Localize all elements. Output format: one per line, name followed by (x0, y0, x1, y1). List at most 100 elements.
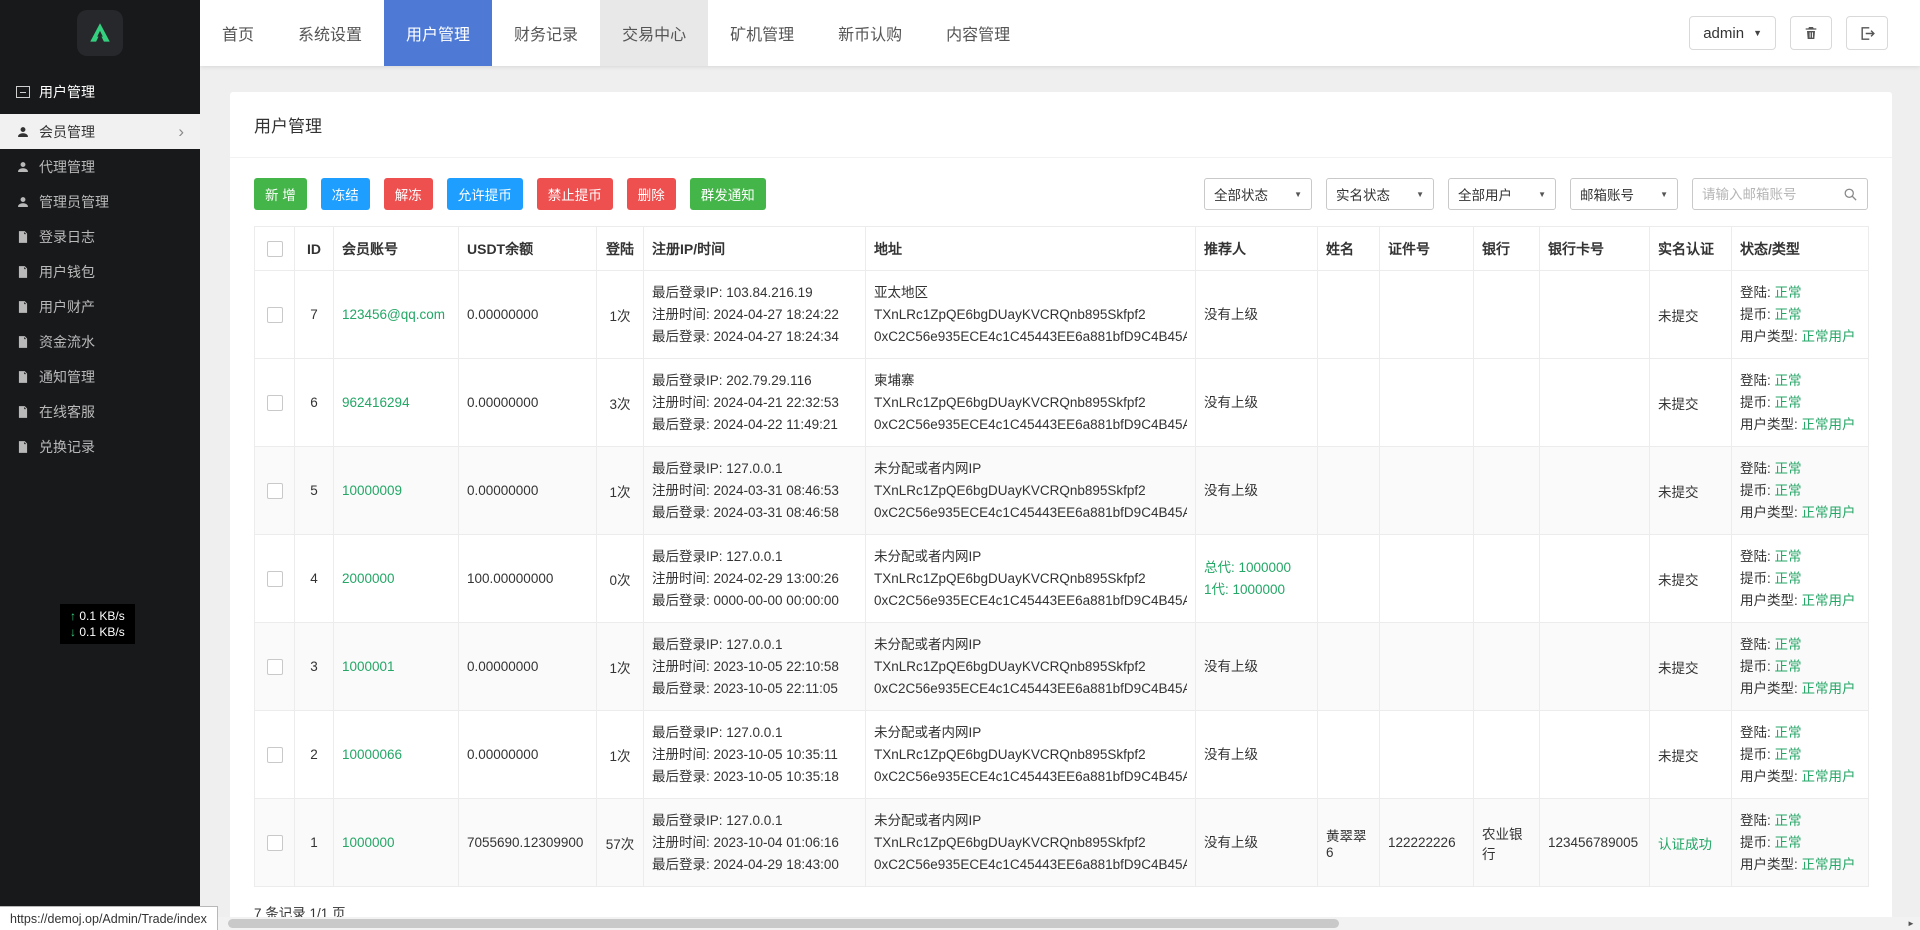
status-login-link[interactable]: 正常 (1775, 285, 1802, 300)
status-login-link[interactable]: 正常 (1775, 725, 1802, 740)
cell-address: 未分配或者内网IPTXnLRc1ZpQE6bgDUayKVCRQnb895Skf… (866, 535, 1196, 623)
account-link[interactable]: 962416294 (342, 395, 410, 410)
topbar-right: admin ▼ (1689, 0, 1920, 66)
sidebar-item[interactable]: 管理员管理 (0, 184, 200, 219)
status-bar-url: https://demoj.op/Admin/Trade/index (0, 906, 218, 930)
collapse-icon[interactable] (16, 86, 30, 98)
select-all-checkbox[interactable] (267, 241, 283, 257)
nav-item-8[interactable]: 内容管理 (924, 0, 1032, 66)
user-type-link[interactable]: 正常用户 (1802, 857, 1856, 872)
row-checkbox[interactable] (267, 659, 283, 675)
doc-icon (16, 405, 30, 419)
column-header: 登陆 (597, 227, 644, 271)
table-row: 110000007055690.1230990057次最后登录IP: 127.0… (255, 799, 1869, 887)
referrer-link[interactable]: 1代: 1000000 (1204, 579, 1309, 601)
sidebar-item[interactable]: 会员管理› (0, 114, 200, 149)
filter-select[interactable]: 邮箱账号▼ (1570, 178, 1678, 210)
sidebar-item-label: 兑换记录 (39, 437, 95, 457)
status-login-link[interactable]: 正常 (1775, 373, 1802, 388)
scrollbar-thumb[interactable] (228, 919, 1339, 928)
sidebar-item-label: 通知管理 (39, 367, 95, 387)
user-type-link[interactable]: 正常用户 (1802, 593, 1856, 608)
admin-dropdown[interactable]: admin ▼ (1689, 16, 1776, 50)
account-link[interactable]: 2000000 (342, 571, 395, 586)
sidebar-item[interactable]: 资金流水 (0, 324, 200, 359)
action-button[interactable]: 新 增 (254, 178, 307, 210)
nav-item-4[interactable]: 财务记录 (492, 0, 600, 66)
filter-select[interactable]: 实名状态▼ (1326, 178, 1434, 210)
status-login-link[interactable]: 正常 (1775, 813, 1802, 828)
logo[interactable] (0, 0, 200, 66)
user-type-link[interactable]: 正常用户 (1802, 329, 1856, 344)
clear-cache-button[interactable] (1790, 16, 1832, 50)
chevron-down-icon: ▼ (1660, 190, 1668, 199)
sidebar-item[interactable]: 登录日志 (0, 219, 200, 254)
status-withdraw-link[interactable]: 正常 (1775, 307, 1802, 322)
user-type-link[interactable]: 正常用户 (1802, 681, 1856, 696)
sidebar-item[interactable]: 在线客服 (0, 394, 200, 429)
user-type-link[interactable]: 正常用户 (1802, 769, 1856, 784)
row-checkbox[interactable] (267, 835, 283, 851)
status-login-link[interactable]: 正常 (1775, 549, 1802, 564)
filters: 全部状态▼ 实名状态▼ 全部用户▼ 邮箱账号▼ (1204, 178, 1868, 210)
cell-status: 登陆: 正常提币: 正常用户类型: 正常用户 (1732, 359, 1869, 447)
nav-item-2[interactable]: 系统设置 (276, 0, 384, 66)
nav-item-6[interactable]: 矿机管理 (708, 0, 816, 66)
filter-select[interactable]: 全部用户▼ (1448, 178, 1556, 210)
action-button[interactable]: 群发通知 (690, 178, 766, 210)
action-button[interactable]: 解冻 (384, 178, 433, 210)
nav-item-1[interactable]: 首页 (200, 0, 276, 66)
action-button[interactable]: 删除 (627, 178, 676, 210)
scrollbar-track[interactable] (218, 917, 1902, 930)
status-withdraw-link[interactable]: 正常 (1775, 483, 1802, 498)
account-link[interactable]: 123456@qq.com (342, 307, 445, 322)
nav-item-5[interactable]: 交易中心 (600, 0, 708, 66)
logout-button[interactable] (1846, 16, 1888, 50)
row-checkbox[interactable] (267, 747, 283, 763)
nav-item-7[interactable]: 新币认购 (816, 0, 924, 66)
referrer-link[interactable]: 总代: 1000000 (1204, 557, 1309, 579)
row-checkbox[interactable] (267, 571, 283, 587)
trash-icon (1803, 25, 1819, 41)
sidebar-item[interactable]: 用户财产 (0, 289, 200, 324)
download-arrow-icon: ↓ (70, 625, 76, 639)
account-link[interactable]: 1000000 (342, 835, 395, 850)
status-withdraw-link[interactable]: 正常 (1775, 571, 1802, 586)
row-checkbox[interactable] (267, 483, 283, 499)
sidebar-item[interactable]: 通知管理 (0, 359, 200, 394)
status-login-link[interactable]: 正常 (1775, 637, 1802, 652)
action-button[interactable]: 禁止提币 (537, 178, 613, 210)
cell-kyc: 认证成功 (1650, 799, 1732, 887)
status-login-link[interactable]: 正常 (1775, 461, 1802, 476)
account-link[interactable]: 1000001 (342, 659, 395, 674)
search-icon[interactable] (1843, 187, 1858, 202)
user-type-link[interactable]: 正常用户 (1802, 417, 1856, 432)
sidebar-item[interactable]: 代理管理 (0, 149, 200, 184)
action-button[interactable]: 冻结 (321, 178, 370, 210)
filter-select[interactable]: 全部状态▼ (1204, 178, 1312, 210)
sidebar-item[interactable]: 兑换记录 (0, 429, 200, 464)
cell-bank-card (1540, 623, 1650, 711)
cell-usdt-balance: 0.00000000 (459, 447, 597, 535)
cell-address: 亚太地区TXnLRc1ZpQE6bgDUayKVCRQnb895Skfpf20x… (866, 271, 1196, 359)
row-checkbox[interactable] (267, 395, 283, 411)
status-withdraw-link[interactable]: 正常 (1775, 395, 1802, 410)
account-link[interactable]: 10000066 (342, 747, 402, 762)
cell-usdt-balance: 7055690.12309900 (459, 799, 597, 887)
row-checkbox[interactable] (267, 307, 283, 323)
status-withdraw-link[interactable]: 正常 (1775, 747, 1802, 762)
account-link[interactable]: 10000009 (342, 483, 402, 498)
cell-bank (1474, 447, 1540, 535)
sidebar-item[interactable]: 用户钱包 (0, 254, 200, 289)
action-button[interactable]: 允许提币 (447, 178, 523, 210)
cell-id: 1 (295, 799, 334, 887)
horizontal-scrollbar[interactable]: ◄ ► (200, 917, 1920, 930)
scroll-right-arrow-icon[interactable]: ► (1902, 917, 1920, 930)
nav-item-3[interactable]: 用户管理 (384, 0, 492, 66)
cell-status: 登陆: 正常提币: 正常用户类型: 正常用户 (1732, 799, 1869, 887)
user-type-link[interactable]: 正常用户 (1802, 505, 1856, 520)
status-withdraw-link[interactable]: 正常 (1775, 835, 1802, 850)
status-withdraw-link[interactable]: 正常 (1775, 659, 1802, 674)
search-input[interactable] (1702, 187, 1843, 202)
chevron-right-icon: › (178, 123, 184, 140)
